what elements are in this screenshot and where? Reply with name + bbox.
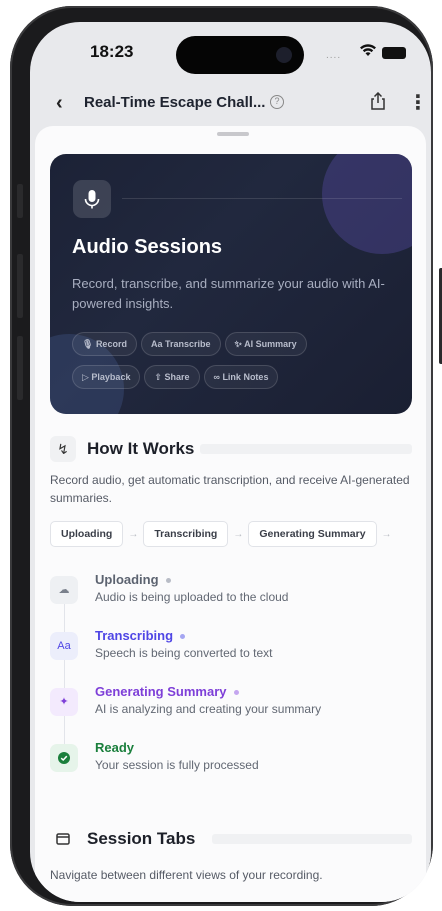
flow-chip-uploading: Uploading bbox=[50, 521, 124, 547]
screen: 18:23 .... ‹ Real-Time Escape Chall... ?… bbox=[30, 22, 431, 902]
process-flow: Uploading → Transcribing → Generating Summar… bbox=[50, 521, 397, 549]
status-dot bbox=[165, 578, 171, 584]
dynamic-island bbox=[176, 36, 304, 74]
step-title: Transcribing bbox=[95, 628, 186, 643]
section-title: Session Tabs bbox=[87, 829, 196, 848]
cloud-upload-icon: ☁︎ bbox=[50, 576, 78, 604]
feature-pill-record: 🎙︎ Record bbox=[72, 332, 137, 356]
decorative-blob bbox=[322, 154, 412, 254]
section-divider bbox=[200, 444, 412, 454]
action-button bbox=[17, 184, 23, 218]
microphone-icon bbox=[73, 180, 111, 218]
step-transcribing: Aa Transcribing Speech is being converte… bbox=[50, 628, 412, 676]
status-bar: 18:23 .... bbox=[30, 22, 431, 78]
step-description: Your session is fully processed bbox=[95, 758, 259, 772]
feature-pill-ai-summary: ✨︎ AI Summary bbox=[224, 332, 307, 356]
share-icon[interactable] bbox=[370, 92, 386, 110]
status-dot bbox=[180, 634, 186, 640]
lightning-icon: ↯ bbox=[50, 436, 76, 462]
feature-pills: 🎙︎ Record Aa Transcribe ✨︎ AI Summary ▷ Pla… bbox=[72, 332, 402, 398]
check-circle-icon bbox=[50, 744, 78, 772]
session-tabs-header: Session Tabs bbox=[50, 826, 412, 852]
feature-pill-link-notes: ∞ Link Notes bbox=[203, 365, 279, 389]
how-it-works-header: ↯ How It Works bbox=[50, 436, 412, 462]
arrow-right-icon: → bbox=[128, 529, 139, 540]
status-time: 18:23 bbox=[90, 42, 134, 61]
step-description: Speech is being converted to text bbox=[95, 646, 273, 660]
more-vertical-icon[interactable]: ⋮ bbox=[408, 90, 428, 115]
feature-pill-share: ⇧ Share bbox=[144, 365, 200, 389]
audio-sessions-card: Audio Sessions Record, transcribe, and s… bbox=[50, 154, 412, 414]
phone-frame: 18:23 .... ‹ Real-Time Escape Chall... ?… bbox=[10, 6, 442, 906]
feature-pill-transcribe: Aa Transcribe bbox=[140, 332, 221, 356]
how-it-works-description: Record audio, get automatic transcriptio… bbox=[50, 473, 410, 505]
wifi-icon bbox=[360, 44, 376, 56]
volume-down-button bbox=[17, 336, 23, 400]
step-generating-summary: ✦ Generating Summary AI is analyzing and… bbox=[50, 684, 412, 732]
section-divider bbox=[212, 834, 412, 844]
step-ready: Ready Your session is fully processed bbox=[50, 740, 412, 788]
flow-chip-transcribing: Transcribing bbox=[143, 521, 229, 547]
nav-bar: ‹ Real-Time Escape Chall... ? ⋮ bbox=[30, 80, 431, 124]
camera-icon bbox=[276, 47, 292, 63]
divider-line bbox=[122, 198, 402, 199]
hero-title: Audio Sessions bbox=[72, 236, 223, 258]
step-title: Generating Summary bbox=[95, 684, 239, 699]
sheet-grabber[interactable] bbox=[217, 132, 249, 136]
step-title: Uploading bbox=[95, 572, 171, 587]
session-tabs-description: Navigate between different views of your… bbox=[50, 868, 323, 882]
battery-icon bbox=[382, 47, 406, 59]
step-title: Ready bbox=[95, 740, 135, 755]
question-circle-icon[interactable]: ? bbox=[270, 95, 284, 109]
text-aa-icon: Aa bbox=[50, 632, 78, 660]
step-uploading: ☁︎ Uploading Audio is being uploaded to … bbox=[50, 572, 412, 620]
window-icon bbox=[50, 826, 76, 852]
chevron-left-icon[interactable]: ‹ bbox=[56, 92, 63, 115]
arrow-right-icon: → bbox=[381, 529, 392, 540]
arrow-right-icon: → bbox=[233, 529, 244, 540]
step-description: AI is analyzing and creating your summar… bbox=[95, 702, 322, 716]
feature-pill-playback: ▷ Playback bbox=[72, 365, 141, 389]
flow-chip-generating-summary: Generating Summary bbox=[248, 521, 377, 547]
content-sheet: Audio Sessions Record, transcribe, and s… bbox=[35, 126, 426, 902]
step-description: Audio is being uploaded to the cloud bbox=[95, 590, 289, 604]
section-title: How It Works bbox=[87, 439, 195, 458]
sparkles-icon: ✦ bbox=[50, 688, 78, 716]
volume-up-button bbox=[17, 254, 23, 318]
status-dot bbox=[233, 690, 239, 696]
hero-description: Record, transcribe, and summarize your a… bbox=[72, 276, 385, 311]
signal-icon: .... bbox=[326, 50, 342, 61]
page-title: Real-Time Escape Chall... bbox=[84, 94, 266, 111]
